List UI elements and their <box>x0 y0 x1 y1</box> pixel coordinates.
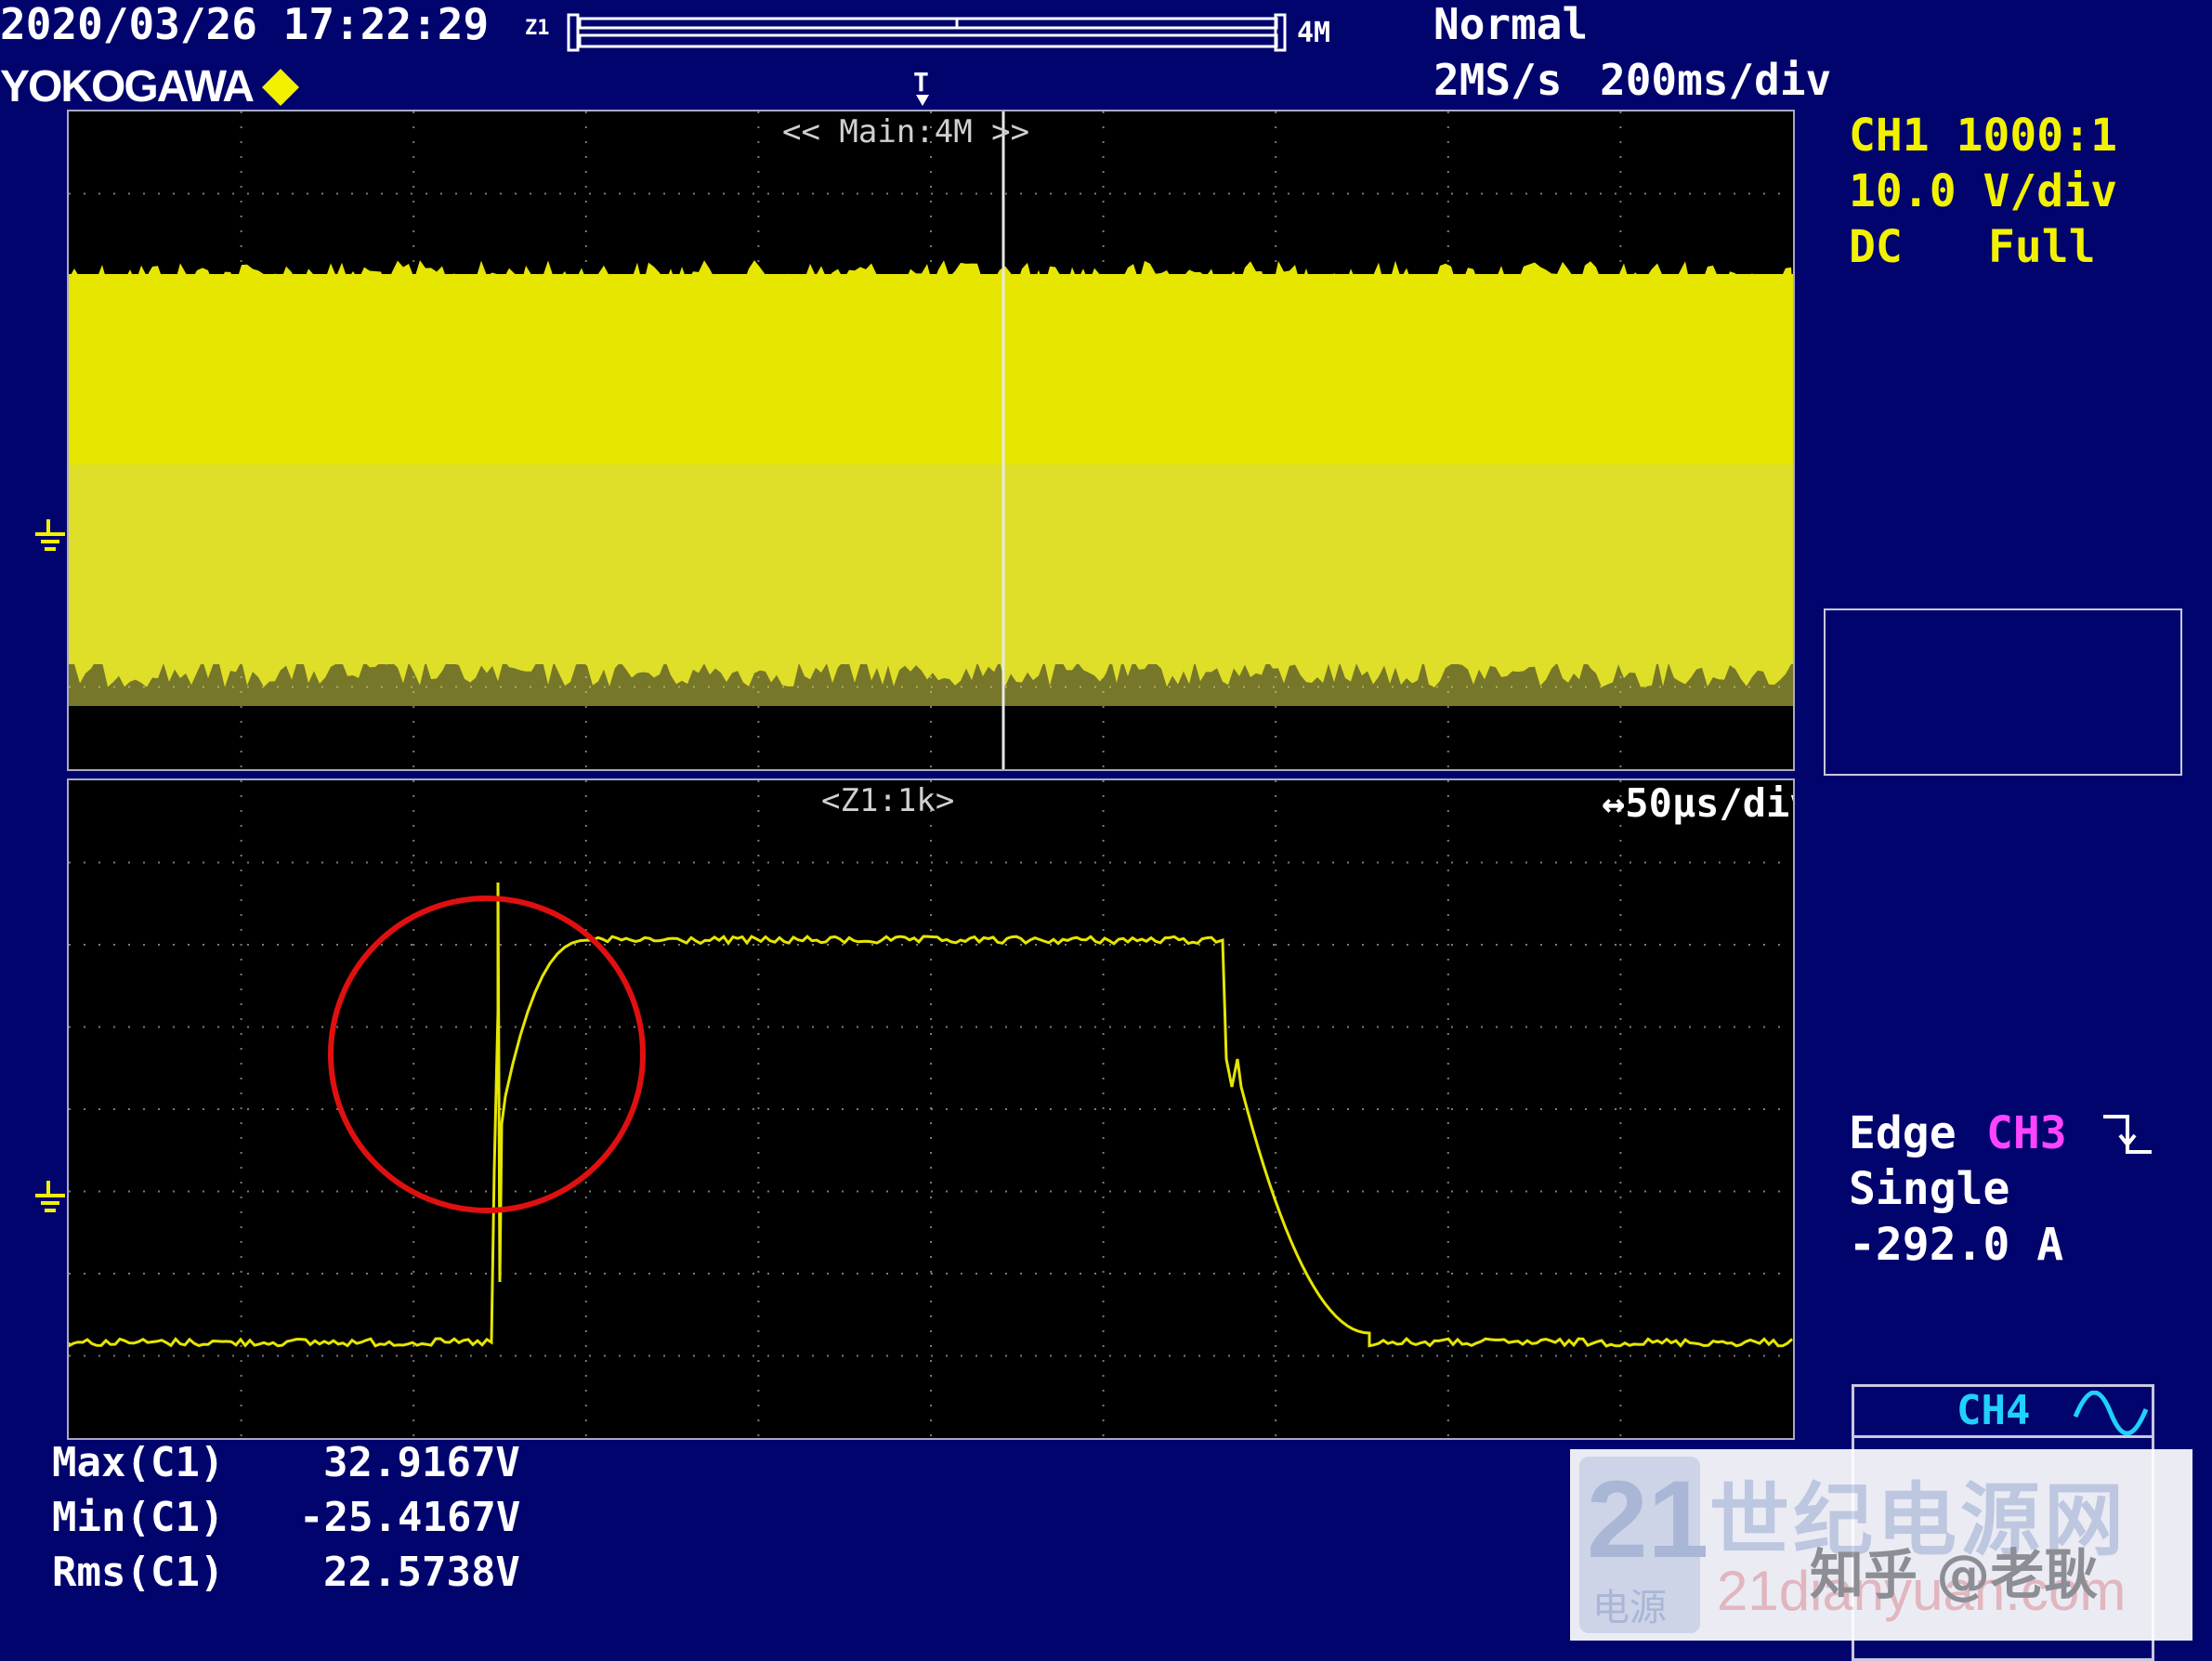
trigger-source: CH3 <box>1986 1107 2067 1159</box>
main-waveform-screen[interactable]: << Main:4M >> <box>67 110 1795 771</box>
zoom-waveform-screen[interactable]: <Z1:1k> ↔50μs/div <box>67 778 1795 1440</box>
ch1-bandwidth: Full <box>1988 221 2096 273</box>
meas-rms-name: Rms(C1) <box>52 1549 225 1596</box>
falling-edge-icon <box>2100 1111 2155 1161</box>
meas-max-value: 32.9167V <box>323 1439 520 1486</box>
meas-rms-value: 22.5738V <box>323 1549 520 1596</box>
trigger-mode-single: Single <box>1849 1163 2010 1215</box>
watermark-logo-sub: 电源 <box>1592 1587 1667 1629</box>
trigger-marker-label: T <box>913 67 929 98</box>
info-box <box>1824 608 2182 776</box>
main-trace-noise-top <box>69 260 1793 297</box>
ground-marker-icon <box>32 514 69 564</box>
watermark-author: 知乎 @老耿 <box>1810 1543 2099 1606</box>
record-position-bar <box>567 13 1287 52</box>
record-bar-graphic <box>567 13 1287 52</box>
trigger-position-marker[interactable]: T <box>909 65 936 111</box>
main-screen-label: << Main:4M >> <box>782 113 1030 150</box>
trigger-type: Edge <box>1849 1107 1957 1159</box>
ch1-probe: CH1 1000:1 <box>1849 110 2117 162</box>
brand-logo: YOKOGAWA <box>0 62 255 111</box>
trigger-mode: Normal <box>1433 0 1589 49</box>
meas-min-name: Min(C1) <box>52 1494 225 1541</box>
watermark-logo: 21 <box>1587 1458 1709 1581</box>
ch1-volts-per-div: 10.0 V/div <box>1849 165 2117 217</box>
meas-min-value: -25.4167V <box>299 1494 521 1541</box>
main-trace-dense-band <box>69 464 1793 706</box>
zoom-trace <box>69 882 1793 1348</box>
ch4-divider <box>1854 1435 2152 1438</box>
diamond-icon <box>262 69 299 106</box>
timebase: 200ms/div <box>1600 55 1832 105</box>
zoom-timebase: ↔50μs/div <box>1602 780 1795 826</box>
datetime: 2020/03/26 17:22:29 <box>0 0 490 49</box>
watermark: 21 电源 世纪电源网 21dianyuan.com 知乎 @老耿 <box>1570 1449 2192 1641</box>
zoom-marker: Z1 <box>525 17 550 40</box>
sample-rate: 2MS/s <box>1433 55 1563 105</box>
zoom-grid <box>69 780 1793 1438</box>
zoom-screen-label: <Z1:1k> <box>821 782 955 819</box>
watermark-logo-badge: 21 电源 <box>1579 1457 1708 1633</box>
sine-wave-icon <box>2072 1390 2152 1439</box>
record-length: 4M <box>1297 17 1331 49</box>
ground-marker-icon <box>32 1175 69 1225</box>
ch1-coupling: DC <box>1849 221 1903 273</box>
trigger-marker-icon: T <box>913 67 929 106</box>
meas-max-name: Max(C1) <box>52 1439 225 1486</box>
trigger-level: -292.0 A <box>1849 1219 2064 1271</box>
ch4-label: CH4 <box>1957 1387 2031 1434</box>
